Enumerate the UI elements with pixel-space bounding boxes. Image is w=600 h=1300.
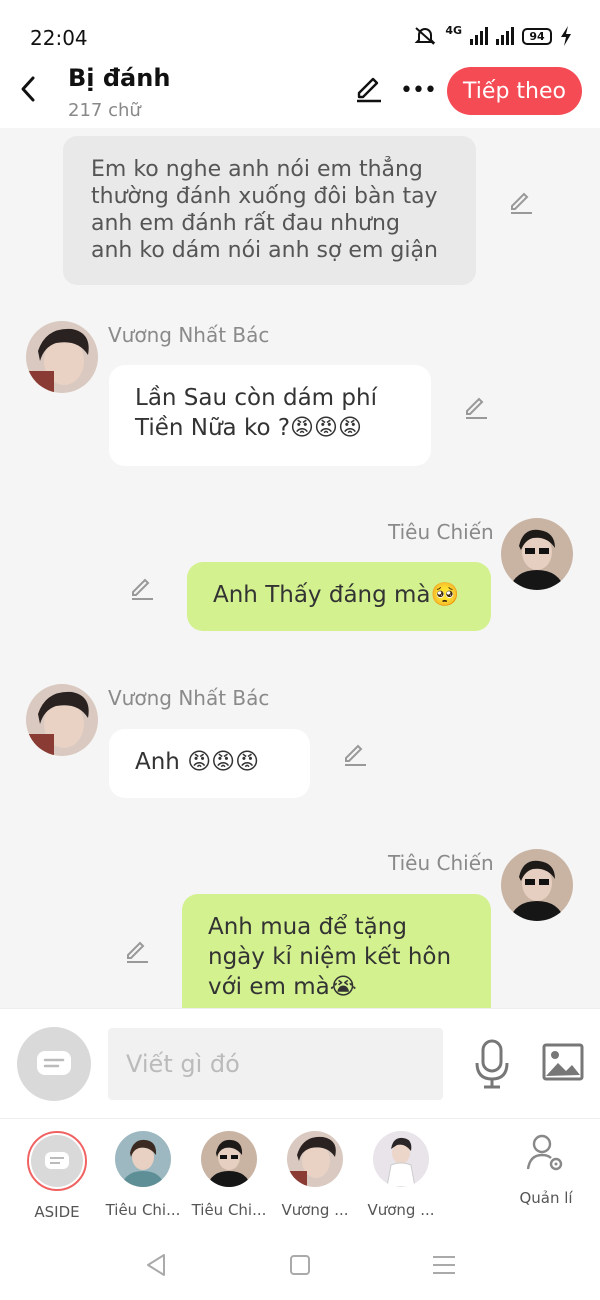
character-avatar	[287, 1131, 343, 1187]
message-bubble[interactable]: Anh mua để tặng ngày kỉ niệm kết hôn với…	[182, 894, 491, 1008]
character-avatar	[115, 1131, 171, 1187]
aside-avatar	[27, 1131, 87, 1191]
image-icon[interactable]	[542, 1043, 584, 1081]
character-label: ASIDE	[34, 1203, 80, 1221]
manage-button[interactable]: Quản lí	[503, 1131, 589, 1207]
battery-icon: 94	[522, 27, 552, 45]
character-bar: ASIDE Tiêu Chi... Tiêu Chi... Vương ... …	[0, 1118, 600, 1230]
character-item[interactable]: Vương ...	[358, 1131, 444, 1219]
edit-pencil-icon[interactable]	[129, 575, 155, 601]
battery-level: 94	[529, 29, 545, 43]
character-avatar	[373, 1131, 429, 1187]
chat-area[interactable]: Em ko nghe anh nói em thẳng thường đánh …	[0, 128, 600, 1008]
message-input[interactable]	[108, 1028, 443, 1100]
character-label: Vương ...	[281, 1201, 349, 1219]
user-settings-icon	[526, 1134, 563, 1171]
signal-icon	[470, 27, 488, 45]
next-button[interactable]: Tiếp theo	[447, 67, 582, 115]
status-bar: 22:04 4G 94	[0, 0, 600, 62]
network-label: 4G	[445, 23, 462, 37]
edit-pencil-icon[interactable]	[354, 74, 384, 104]
sender-name: Vương Nhất Bác	[108, 323, 270, 347]
charging-icon	[561, 26, 571, 46]
character-aside[interactable]: ASIDE	[14, 1131, 100, 1221]
character-avatar	[201, 1131, 257, 1187]
input-bar	[0, 1008, 600, 1118]
character-label: Tiêu Chi...	[191, 1201, 267, 1219]
edit-pencil-icon[interactable]	[124, 938, 150, 964]
edit-pencil-icon[interactable]	[508, 189, 534, 215]
edit-pencil-icon[interactable]	[463, 394, 489, 420]
system-navigation-bar	[0, 1230, 600, 1300]
story-title: Bị đánh	[68, 64, 171, 92]
mute-bell-icon	[414, 27, 436, 45]
signal-2-icon	[496, 27, 514, 45]
back-arrow-icon[interactable]	[16, 74, 42, 104]
narration-bubble[interactable]: Em ko nghe anh nói em thẳng thường đánh …	[63, 136, 476, 285]
edit-pencil-icon[interactable]	[342, 741, 368, 767]
status-time: 22:04	[30, 26, 88, 50]
sender-name: Vương Nhất Bác	[108, 686, 270, 710]
word-count: 217 chữ	[68, 100, 141, 121]
avatar-vuong-nhat-bac[interactable]	[26, 684, 98, 756]
message-bubble[interactable]: Anh 😡😡😡	[109, 729, 310, 798]
message-bubble[interactable]: Lần Sau còn dám phí Tiền Nữa ko ?😡😡😡	[109, 365, 431, 466]
character-item[interactable]: Vương ...	[272, 1131, 358, 1219]
more-options-icon[interactable]: •••	[400, 78, 437, 103]
character-label: Vương ...	[367, 1201, 435, 1219]
nav-back-icon[interactable]	[142, 1250, 172, 1280]
microphone-icon[interactable]	[474, 1039, 510, 1089]
sender-name: Tiêu Chiến	[388, 520, 494, 544]
sender-name: Tiêu Chiến	[388, 851, 494, 875]
chat-bubble-icon	[37, 1051, 71, 1075]
character-item[interactable]: Tiêu Chi...	[100, 1131, 186, 1219]
avatar-vuong-nhat-bac[interactable]	[26, 321, 98, 393]
avatar-tieu-chien[interactable]	[501, 849, 573, 921]
aside-toggle-button[interactable]	[17, 1027, 91, 1101]
status-icons: 4G 94	[413, 23, 572, 46]
header: Bị đánh 217 chữ ••• Tiếp theo	[0, 62, 600, 128]
character-item[interactable]: Tiêu Chi...	[186, 1131, 272, 1219]
character-label: Tiêu Chi...	[105, 1201, 181, 1219]
message-bubble[interactable]: Anh Thấy đáng mà🥺	[187, 562, 491, 631]
nav-menu-icon[interactable]	[429, 1250, 459, 1280]
avatar-tieu-chien[interactable]	[501, 518, 573, 590]
nav-home-icon[interactable]	[285, 1250, 315, 1280]
chat-bubble-icon	[45, 1152, 69, 1169]
manage-label: Quản lí	[519, 1189, 573, 1207]
